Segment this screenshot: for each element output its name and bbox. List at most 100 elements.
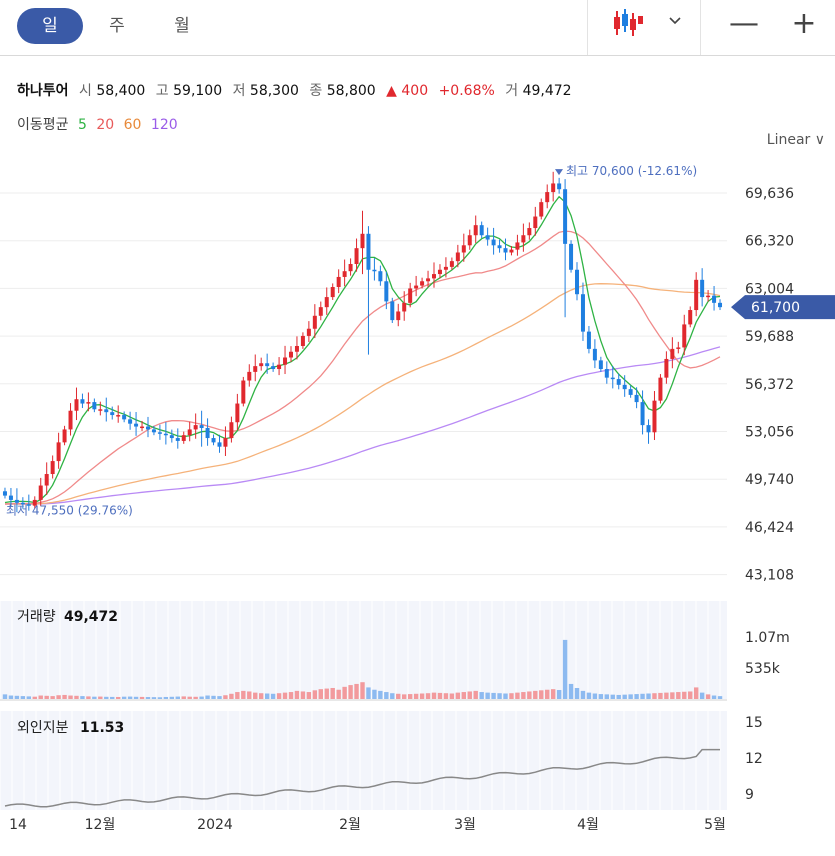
candle-body	[86, 402, 91, 404]
candle-body	[694, 279, 699, 311]
volume-bar	[8, 695, 14, 699]
candle-body	[175, 438, 180, 441]
candle-body	[68, 410, 73, 430]
volume-bar	[592, 693, 598, 699]
volume-bar	[145, 697, 151, 699]
candle-body	[92, 402, 97, 410]
candle-body	[8, 495, 13, 500]
candle-body	[229, 422, 234, 439]
candle-body	[384, 281, 389, 302]
candle-body	[491, 239, 496, 246]
price-tick-label: 43,108	[745, 568, 794, 584]
volume-bar	[2, 694, 8, 699]
candle-body	[253, 366, 258, 372]
price-tick-label: 59,688	[745, 329, 794, 345]
candle-body	[688, 310, 693, 325]
volume-bar	[44, 695, 49, 699]
candle-body	[527, 228, 532, 236]
volume-bar	[396, 693, 401, 699]
candle-body	[199, 425, 204, 428]
high-marker-icon	[555, 169, 563, 176]
foreign-header-value: 11.53	[80, 720, 124, 736]
volume-bar	[473, 690, 478, 699]
volume-bar	[431, 692, 437, 699]
price-tick-label: 69,636	[745, 186, 794, 202]
candle-body	[116, 415, 121, 417]
candle-body	[586, 331, 591, 349]
candle-body	[658, 377, 663, 401]
volume-bar	[634, 694, 639, 699]
candle-body	[604, 369, 609, 378]
price-tick-label: 66,320	[745, 234, 794, 250]
stock-chart[interactable]: 69,636 66,320 63,004 59,688 56,372 53,056 49,7…	[0, 0, 835, 856]
volume-bar	[693, 687, 699, 699]
candle-body	[259, 363, 264, 367]
volume-bar	[497, 693, 502, 699]
candle-body	[140, 426, 145, 429]
volume-bar	[479, 692, 484, 699]
volume-bar	[467, 691, 472, 699]
price-tick-label: 53,056	[745, 425, 794, 441]
price-tick-label: 63,004	[745, 281, 794, 297]
volume-bar	[580, 690, 586, 699]
candle-body	[300, 335, 305, 346]
volume-bar	[300, 691, 306, 699]
candle-body	[718, 302, 723, 308]
candle-body	[503, 248, 508, 253]
candle-body	[628, 389, 633, 395]
volume-bar	[241, 690, 246, 699]
foreign-tick-label: 15	[745, 715, 763, 731]
volume-bar	[646, 693, 651, 699]
volume-bar	[390, 693, 395, 699]
volume-bar	[533, 690, 538, 699]
x-tick-label: 2024	[197, 817, 233, 833]
x-tick-label: 3월	[454, 817, 476, 833]
candle-body	[467, 235, 472, 246]
candle-body	[348, 264, 353, 272]
volume-header-value: 49,472	[64, 609, 118, 625]
candle-body	[473, 225, 478, 236]
current-price-label: 61,700	[751, 300, 800, 316]
volume-bar	[527, 691, 532, 699]
volume-bar	[175, 696, 180, 699]
candle-body	[211, 438, 216, 443]
volume-bar	[622, 694, 627, 699]
candle-body	[414, 285, 419, 289]
volume-bar	[509, 693, 514, 699]
candle-body	[2, 491, 7, 496]
volume-bar	[276, 693, 282, 699]
candle-body	[14, 499, 19, 503]
volume-bar	[384, 692, 389, 699]
volume-bar	[270, 693, 276, 699]
candle-body	[521, 235, 526, 243]
volume-bar	[86, 696, 91, 699]
volume-bar	[282, 692, 288, 699]
volume-bar	[670, 692, 675, 699]
volume-bar	[104, 696, 109, 699]
candle-body	[396, 311, 401, 321]
candle-body	[104, 409, 109, 413]
volume-bar	[26, 696, 32, 699]
candle-body	[670, 348, 675, 359]
volume-bar	[68, 695, 73, 699]
candle-body	[62, 429, 67, 443]
volume-bar	[586, 692, 592, 699]
volume-bar	[211, 695, 216, 699]
volume-header-label: 거래량	[17, 609, 56, 625]
volume-bar	[181, 696, 186, 699]
candle-body	[74, 399, 79, 411]
x-tick-label: 12월	[85, 817, 116, 833]
candle-body	[342, 271, 347, 277]
volume-bar	[92, 696, 97, 699]
candle-body	[616, 379, 621, 385]
candle-body	[235, 403, 240, 423]
volume-bar	[157, 697, 163, 699]
volume-bar	[461, 692, 466, 699]
low-annotation: 최저 47,550 (29.76%)	[6, 504, 133, 518]
candle-body	[682, 324, 687, 348]
foreign-header-label: 외인지분	[17, 720, 69, 736]
candle-body	[366, 233, 371, 270]
volume-bar	[115, 696, 121, 699]
candle-body	[223, 438, 228, 447]
candle-body	[151, 429, 156, 433]
